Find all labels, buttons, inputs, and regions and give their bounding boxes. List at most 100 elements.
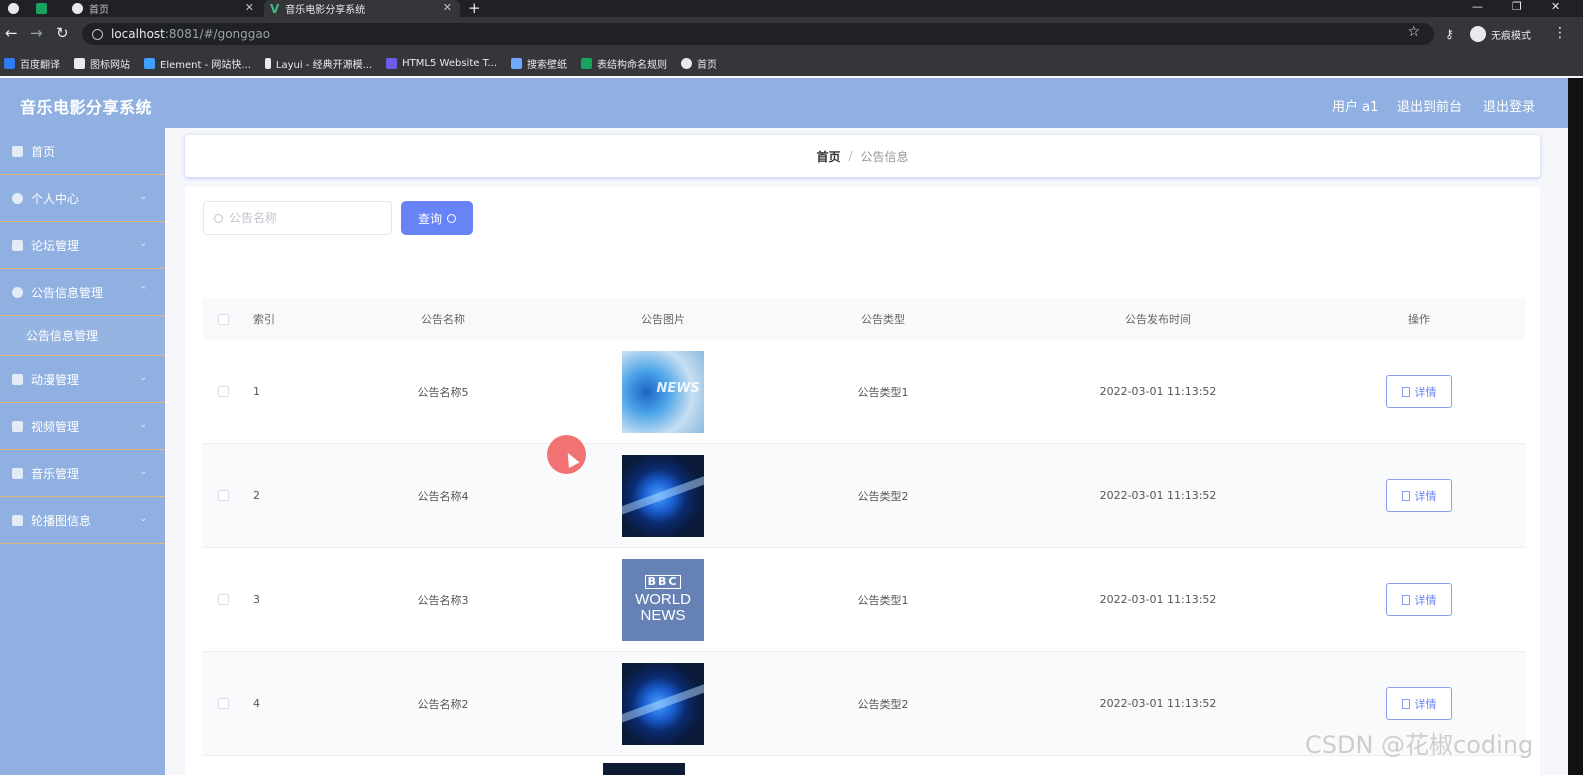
browser-tab-1[interactable]	[30, 0, 62, 17]
sidebar-item-music[interactable]: 音乐管理 ⌄	[0, 450, 165, 497]
sheet-icon	[581, 58, 593, 69]
html5-icon	[386, 58, 398, 69]
reload-icon[interactable]: ↻	[56, 24, 69, 42]
detail-button[interactable]: 详情	[1386, 479, 1452, 512]
chevron-down-icon: ⌄	[139, 239, 147, 249]
detail-button[interactable]: 详情	[1386, 375, 1452, 408]
document-icon	[1401, 594, 1410, 605]
row-checkbox[interactable]	[217, 490, 229, 501]
restore-icon[interactable]: ❐	[1512, 0, 1522, 13]
globe-thumbnail[interactable]	[622, 662, 704, 745]
user-icon	[12, 192, 23, 204]
bookmark-item[interactable]: HTML5 Website T...	[386, 58, 497, 69]
row-index: 1	[253, 385, 260, 398]
forward-icon[interactable]: →	[30, 24, 43, 42]
bookmarks-bar: 百度翻译 图标网站 Element - 网站快... Layui - 经典开源模…	[0, 51, 1583, 76]
select-all-checkbox[interactable]	[217, 313, 229, 325]
browser-logo-icon[interactable]	[8, 3, 19, 14]
bookmark-item[interactable]: 搜索壁纸	[511, 56, 567, 71]
browser-menu-icon[interactable]: ⋮	[1553, 25, 1567, 41]
key-icon[interactable]: ⚷	[1445, 27, 1454, 41]
row-type: 公告类型2	[857, 697, 909, 711]
site-info-icon[interactable]	[92, 28, 103, 40]
translate-icon	[4, 58, 15, 69]
search-input[interactable]	[229, 211, 379, 225]
table-row: 3 公告名称3 BBC WORLD NEWS 公告类型1 2022-03-01 …	[203, 548, 1525, 652]
sidebar: 首页 个人中心 ⌄ 论坛管理 ⌄ 公告信息管理 ⌃ 公告信息管理 动漫管理 ⌄ …	[0, 128, 165, 775]
app-title: 音乐电影分享系统	[20, 98, 153, 117]
incognito-indicator[interactable]: 无痕模式	[1470, 26, 1531, 42]
sidebar-item-notice[interactable]: 公告信息管理 ⌃	[0, 269, 165, 316]
logout-link[interactable]: 退出登录	[1483, 96, 1535, 115]
chevron-down-icon: ⌄	[139, 514, 147, 524]
header-time: 公告发布时间	[1125, 313, 1191, 326]
notice-table: 索引 公告名称 公告图片 公告类型 公告发布时间 操作 1 公告名称5 NEWS…	[203, 298, 1525, 756]
back-icon[interactable]: ←	[5, 24, 18, 42]
music-icon	[12, 467, 23, 479]
minimize-icon[interactable]: —	[1472, 0, 1483, 13]
table-row: 1 公告名称5 NEWS 公告类型1 2022-03-01 11:13:52 详…	[203, 340, 1525, 444]
breadcrumb-home[interactable]: 首页	[816, 148, 840, 165]
bookmark-star-icon[interactable]: ☆	[1407, 24, 1420, 40]
row-name: 公告名称5	[417, 385, 469, 399]
row-index: 2	[253, 489, 260, 502]
sidebar-item-home[interactable]: 首页	[0, 128, 165, 175]
url-host: localhost	[111, 27, 165, 41]
browser-tab-3[interactable]: V 音乐电影分享系统 ✕	[264, 0, 460, 17]
sidebar-item-forum[interactable]: 论坛管理 ⌄	[0, 222, 165, 269]
bookmark-item[interactable]: 图标网站	[74, 56, 130, 71]
close-window-icon[interactable]: ✕	[1551, 0, 1560, 13]
row-name: 公告名称3	[417, 593, 469, 607]
browser-tabstrip: 首页 ✕ V 音乐电影分享系统 ✕ + — ❐ ✕	[0, 0, 1583, 17]
list-icon	[12, 373, 23, 385]
sidebar-item-profile[interactable]: 个人中心 ⌄	[0, 175, 165, 222]
row-time: 2022-03-01 11:13:52	[1099, 385, 1217, 398]
globe-thumbnail[interactable]	[622, 454, 704, 537]
user-name: 用户 a1	[1332, 100, 1379, 115]
document-icon	[1401, 698, 1410, 709]
sidebar-item-anime[interactable]: 动漫管理 ⌄	[0, 356, 165, 403]
news-thumbnail[interactable]: NEWS	[622, 350, 704, 433]
bulb-icon	[12, 286, 23, 298]
browser-tab-2[interactable]: 首页 ✕	[66, 0, 262, 17]
row-type: 公告类型1	[857, 593, 909, 607]
monitor-icon	[12, 239, 23, 251]
back-to-front-link[interactable]: 退出到前台	[1397, 96, 1462, 115]
document-icon	[1401, 490, 1410, 501]
address-bar[interactable]: localhost :8081/#/gonggao ☆	[82, 23, 1434, 45]
bookmark-item[interactable]: 首页	[681, 56, 717, 71]
row-checkbox[interactable]	[217, 594, 229, 605]
vue-favicon-icon: V	[270, 1, 280, 16]
breadcrumb: 首页 / 公告信息	[185, 135, 1540, 177]
detail-button[interactable]: 详情	[1386, 687, 1452, 720]
bookmark-item[interactable]: 百度翻译	[4, 56, 60, 71]
row-checkbox[interactable]	[217, 386, 229, 397]
detail-button[interactable]: 详情	[1386, 583, 1452, 616]
app-header: 音乐电影分享系统 用户 a1 退出到前台 退出登录	[0, 78, 1568, 128]
tab-close-icon[interactable]: ✕	[443, 1, 452, 14]
chevron-up-icon: ⌃	[139, 286, 147, 296]
row-checkbox[interactable]	[217, 698, 229, 709]
tab-close-icon[interactable]: ✕	[245, 1, 254, 14]
bookmark-item[interactable]: Element - 网站快...	[144, 56, 251, 71]
sidebar-subitem-notice-manage[interactable]: 公告信息管理	[0, 316, 165, 356]
bbc-world-news-thumbnail[interactable]: BBC WORLD NEWS	[622, 558, 704, 641]
query-button[interactable]: 查询	[401, 201, 473, 235]
header-type: 公告类型	[861, 313, 905, 326]
sidebar-item-video[interactable]: 视频管理 ⌄	[0, 403, 165, 450]
window-edge	[1568, 78, 1583, 775]
search-icon	[447, 213, 456, 223]
search-field[interactable]	[203, 201, 392, 235]
row-time: 2022-03-01 11:13:52	[1099, 593, 1217, 606]
chevron-down-icon: ⌄	[139, 192, 147, 202]
bookmark-item[interactable]: 表结构命名规则	[581, 56, 667, 71]
document-icon	[1401, 386, 1410, 397]
new-tab-icon[interactable]: +	[468, 0, 481, 17]
table-header: 索引 公告名称 公告图片 公告类型 公告发布时间 操作	[203, 298, 1525, 340]
row-time: 2022-03-01 11:13:52	[1099, 697, 1217, 710]
url-path: :8081/#/gonggao	[164, 27, 271, 41]
globe-icon	[681, 58, 693, 69]
watermark: CSDN @花椒coding	[1305, 731, 1534, 759]
bookmark-item[interactable]: Layui - 经典开源模...	[264, 56, 372, 71]
sidebar-item-carousel[interactable]: 轮播图信息 ⌄	[0, 497, 165, 544]
